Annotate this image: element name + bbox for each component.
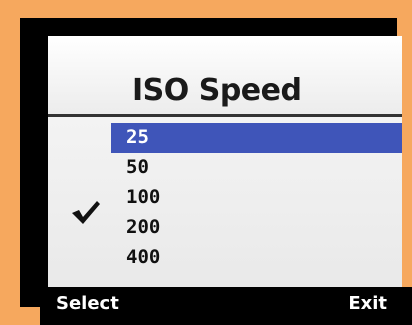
iso-option-400[interactable]: 400 [111,243,402,273]
checkmark-icon [72,201,100,224]
menu-screen: ISO Speed 25 50 100 200 400 [48,36,402,287]
iso-option-list: 25 50 100 200 400 [48,117,402,287]
iso-option-200[interactable]: 200 [111,213,402,243]
iso-option-100[interactable]: 100 [111,183,402,213]
iso-option-50[interactable]: 50 [111,153,402,183]
select-softkey[interactable]: Select [56,293,119,314]
page-title: ISO Speed [132,73,302,108]
iso-option-label: 200 [126,216,161,238]
exit-softkey[interactable]: Exit [348,293,387,314]
title-bar: ISO Speed [48,36,402,114]
iso-option-label: 100 [126,186,161,208]
iso-option-label: 25 [126,126,149,148]
iso-option-label: 50 [126,156,149,178]
softkey-bar: Select Exit [40,287,412,325]
iso-option-25[interactable]: 25 [111,123,402,153]
iso-option-label: 400 [126,246,161,268]
camera-display-frame: ISO Speed 25 50 100 200 400 Select Exit [20,18,412,325]
